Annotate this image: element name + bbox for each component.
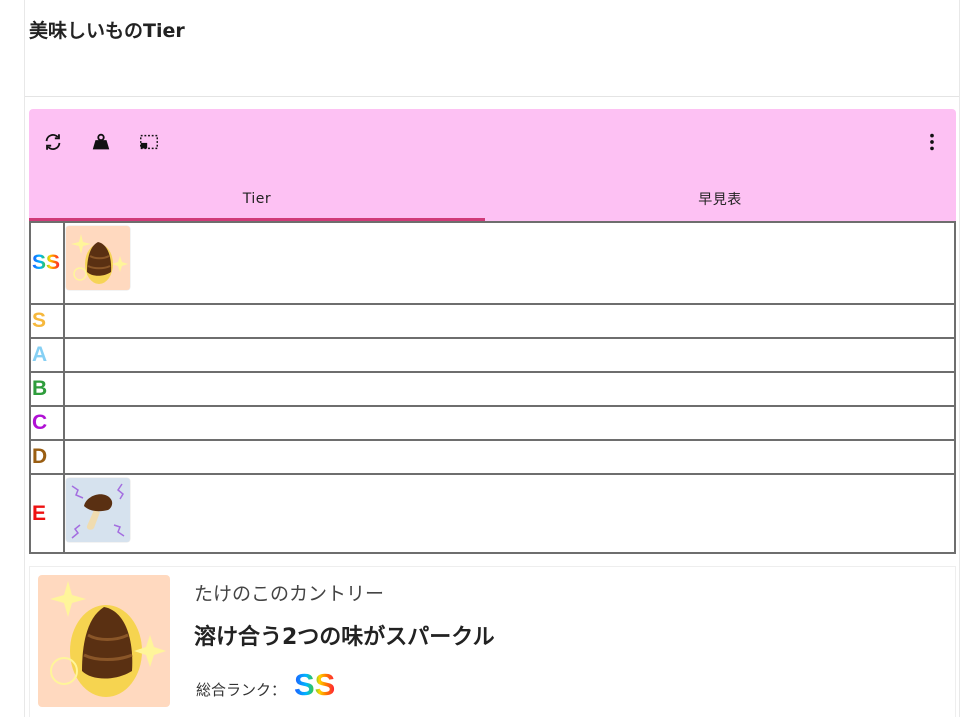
refresh-icon — [45, 134, 61, 150]
tier-label-c: C — [31, 407, 65, 439]
weight-button[interactable] — [88, 129, 114, 155]
tier-row-d: D — [31, 441, 954, 475]
tab-bar: Tier 早見表 — [29, 177, 956, 221]
tier-label-s: S — [31, 305, 65, 337]
overall-rank-value: SS — [294, 667, 336, 702]
tier-label-e: E — [31, 475, 65, 552]
tier-row-c: C — [31, 407, 954, 441]
tier-label-ss: SS — [31, 223, 65, 303]
toolbar: Tier 早見表 — [29, 109, 956, 221]
tier-label-a: A — [31, 339, 65, 371]
tier-items-ss — [66, 226, 130, 290]
takenoko-detail-image — [38, 575, 170, 707]
tier-label-text: SS — [32, 251, 61, 274]
screenshot-button[interactable] — [136, 129, 162, 155]
tier-row-s: S — [31, 305, 954, 339]
overall-rank-label: 総合ランク： — [196, 681, 287, 699]
kinoko-item-thumbnail[interactable] — [66, 478, 130, 542]
tier-label-text: C — [32, 411, 48, 434]
item-detail-card[interactable]: たけのこのカントリー 溶け合う2つの味がスパークル 総合ランク： SS — [29, 566, 956, 717]
tier-label-text: E — [32, 501, 47, 525]
tier-label-text: A — [32, 343, 48, 366]
title-divider — [25, 96, 959, 97]
tab-quick-reference[interactable]: 早見表 — [492, 177, 948, 221]
tier-label-text: D — [32, 445, 48, 468]
page-title: 美味しいものTier — [29, 20, 185, 42]
screenshot-icon — [140, 134, 158, 150]
tier-table: SS S A B C D E — [29, 221, 956, 554]
tier-label-b: B — [31, 373, 65, 405]
tier-label-text: B — [32, 377, 48, 400]
refresh-button[interactable] — [40, 129, 66, 155]
tier-row-ss: SS — [31, 223, 954, 305]
more-vert-icon — [930, 133, 934, 151]
tier-items-e — [66, 478, 130, 542]
takenoko-item-thumbnail[interactable] — [66, 226, 130, 290]
tier-row-e: E — [31, 475, 954, 552]
tier-label-d: D — [31, 441, 65, 473]
item-name: 溶け合う2つの味がスパークル — [194, 625, 495, 650]
tier-row-b: B — [31, 373, 954, 407]
tier-row-a: A — [31, 339, 954, 373]
weight-icon — [92, 133, 110, 150]
more-button[interactable] — [920, 129, 944, 155]
tab-tier[interactable]: Tier — [29, 177, 485, 221]
item-brand: たけのこのカントリー — [194, 583, 385, 605]
tier-label-text: S — [32, 309, 47, 332]
